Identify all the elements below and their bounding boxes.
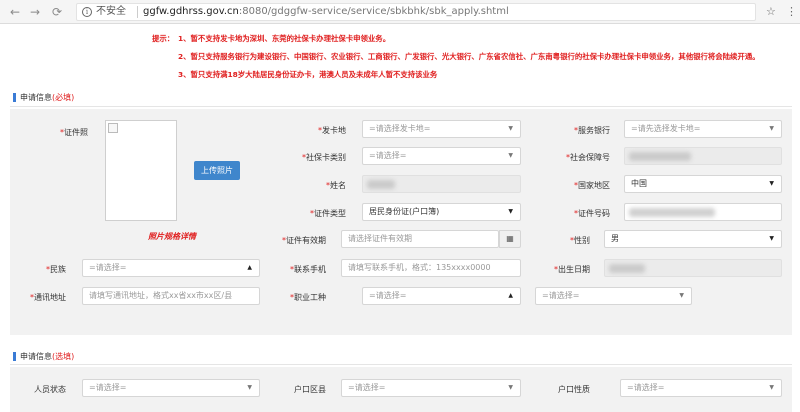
chevron-down-icon: ▼ xyxy=(508,125,513,132)
info-icon[interactable]: i xyxy=(82,7,92,17)
url-host: ggfw.gdhrss.gov.cn xyxy=(143,6,239,17)
browser-toolbar: ← → ⟳ i 不安全 ggfw.gdhrss.gov.cn:8080/gdgg… xyxy=(0,0,800,24)
occupation-label: *职业工种 xyxy=(290,293,326,302)
card-type-label: *社保卡类别 xyxy=(302,153,346,162)
upload-photo-button[interactable]: 上传照片 xyxy=(194,161,240,180)
phone-label: *联系手机 xyxy=(290,265,326,274)
id-number-label: *证件号码 xyxy=(574,209,610,218)
url-text: ggfw.gdhrss.gov.cn:8080/gdggfw-service/s… xyxy=(143,4,509,20)
forward-icon[interactable]: → xyxy=(28,4,42,20)
chevron-down-icon: ▼ xyxy=(679,292,684,299)
browser-menu-icon[interactable]: ⋮ xyxy=(786,4,797,20)
redacted-value xyxy=(629,208,715,217)
redacted-value xyxy=(609,264,645,273)
notice-line-1: 提示： 1、暂不支持发卡地为深圳、东莞的社保卡办理社保卡申领业务。 xyxy=(152,34,391,43)
phone-input[interactable]: 请填写联系手机，格式：135xxxx0000 xyxy=(341,259,521,277)
photo-label: *证件照 xyxy=(60,128,88,137)
back-icon[interactable]: ← xyxy=(8,4,22,20)
address-input[interactable]: 请填写通讯地址，格式xx省xx市xx区/县 xyxy=(82,287,260,305)
section-title-optional: 申请信息(选填) xyxy=(13,352,74,361)
id-photo-preview xyxy=(105,120,177,221)
card-type-select[interactable]: =请选择= ▼ xyxy=(362,147,521,165)
chevron-down-icon: ▼ xyxy=(508,208,513,215)
country-select[interactable]: 中国 ▼ xyxy=(624,175,782,193)
address-bar[interactable]: i 不安全 ggfw.gdhrss.gov.cn:8080/gdggfw-ser… xyxy=(76,3,756,21)
broken-image-icon xyxy=(108,123,118,133)
hukou-district-label: 户口区县 xyxy=(294,385,326,394)
service-bank-label: *服务银行 xyxy=(574,126,610,135)
service-bank-select[interactable]: =请先选择发卡地= ▼ xyxy=(624,120,782,138)
photo-spec-link[interactable]: 照片规格详情 xyxy=(148,231,196,242)
hukou-nature-select[interactable]: =请选择= ▼ xyxy=(620,379,782,397)
id-type-label: *证件类型 xyxy=(310,209,346,218)
id-type-select[interactable]: 居民身份证(户口簿) ▼ xyxy=(362,203,521,221)
chevron-down-icon: ▼ xyxy=(769,384,774,391)
issue-place-select[interactable]: =请选择发卡地= ▼ xyxy=(362,120,521,138)
calendar-icon[interactable]: ▦ xyxy=(499,230,521,248)
reload-icon[interactable]: ⟳ xyxy=(50,4,64,20)
country-label: *国家地区 xyxy=(574,181,610,190)
ethnicity-label: *民族 xyxy=(46,265,66,274)
id-validity-label: *证件有效期 xyxy=(282,236,326,245)
ss-number-field xyxy=(624,147,782,165)
address-label: *通讯地址 xyxy=(30,293,66,302)
name-field xyxy=(362,175,521,193)
name-label: *姓名 xyxy=(326,181,346,190)
section-divider xyxy=(10,364,792,365)
occupation-select[interactable]: =请选择= ▲ xyxy=(362,287,521,305)
url-path: :8080/gdggfw-service/service/sbkbhk/sbk_… xyxy=(238,6,509,17)
id-number-field[interactable] xyxy=(624,203,782,221)
notice-lead: 提示： xyxy=(152,34,175,43)
ss-number-label: *社会保障号 xyxy=(566,153,610,162)
chevron-down-icon: ▼ xyxy=(769,235,774,242)
ethnicity-select[interactable]: =请选择= ▲ xyxy=(82,259,260,277)
hukou-district-select[interactable]: =请选择= ▼ xyxy=(341,379,521,397)
chevron-down-icon: ▼ xyxy=(769,125,774,132)
birth-date-field xyxy=(604,259,782,277)
person-status-select[interactable]: =请选择= ▼ xyxy=(82,379,260,397)
chevron-up-icon: ▲ xyxy=(247,264,252,271)
issue-place-label: *发卡地 xyxy=(318,126,346,135)
person-status-label: 人员状态 xyxy=(34,385,66,394)
chevron-down-icon: ▼ xyxy=(508,384,513,391)
id-validity-input[interactable]: 请选择证件有效期 xyxy=(341,230,499,248)
occupation-sub-select[interactable]: =请选择= ▼ xyxy=(535,287,692,305)
section-divider xyxy=(10,106,792,107)
address-divider xyxy=(137,6,138,18)
notice-line-3: 3、暂只支持满18岁大陆居民身份证办卡，港澳人员及未成年人暂不支持该业务 xyxy=(178,70,438,79)
chevron-up-icon: ▲ xyxy=(508,292,513,299)
birth-date-label: *出生日期 xyxy=(554,265,590,274)
redacted-value xyxy=(367,180,395,189)
gender-select[interactable]: 男 ▼ xyxy=(604,230,782,248)
section-title-required: 申请信息(必填) xyxy=(13,93,74,102)
chevron-down-icon: ▼ xyxy=(769,180,774,187)
bookmark-star-icon[interactable]: ☆ xyxy=(766,4,776,20)
insecure-label: 不安全 xyxy=(96,6,126,17)
redacted-value xyxy=(629,152,691,161)
hukou-nature-label: 户口性质 xyxy=(558,385,590,394)
notice-line-2: 2、暂只支持服务银行为建设银行、中国银行、农业银行、工商银行、广发银行、光大银行… xyxy=(178,52,760,61)
gender-label: *性别 xyxy=(570,236,590,245)
chevron-down-icon: ▼ xyxy=(508,152,513,159)
chevron-down-icon: ▼ xyxy=(247,384,252,391)
